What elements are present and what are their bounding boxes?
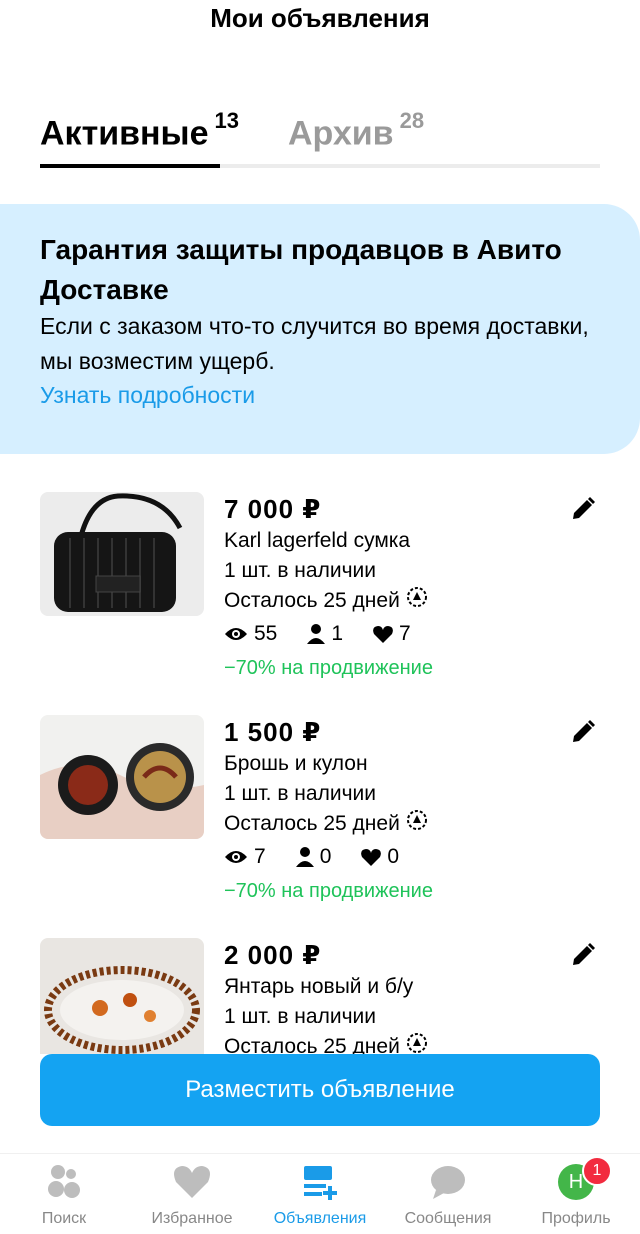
seller-protection-banner: Гарантия защиты продавцов в Авито Достав… <box>0 204 640 454</box>
promo-discount[interactable]: −70% на продвижение <box>224 651 564 685</box>
listing-price: 2 000 ₽ <box>224 940 322 970</box>
tab-active-label: Активные <box>40 114 209 153</box>
listing-price: 7 000 ₽ <box>224 494 322 524</box>
pencil-icon[interactable] <box>570 496 598 524</box>
banner-title: Гарантия защиты продавцов в Авито Достав… <box>40 234 562 305</box>
auto-renew-icon <box>406 809 428 840</box>
listing-stats: 55 1 7 <box>224 617 564 651</box>
listing-remaining: Осталось 25 дней <box>224 586 564 617</box>
nav-search[interactable]: Поиск <box>0 1154 128 1234</box>
listing-remaining-text: Осталось 25 дней <box>224 812 400 836</box>
nav-listings[interactable]: Объявления <box>256 1154 384 1234</box>
eye-icon <box>224 626 248 642</box>
listing-stock: 1 шт. в наличии <box>224 782 376 805</box>
tab-active[interactable]: Активные 13 <box>40 100 239 158</box>
nav-profile-label: Профиль <box>541 1210 611 1227</box>
listing-title: Янтарь новый и б/у <box>224 975 414 998</box>
nav-favorites[interactable]: Избранное <box>128 1154 256 1234</box>
promo-discount[interactable]: −70% на продвижение <box>224 874 564 908</box>
listing-remaining-text: Осталось 25 дней <box>224 589 400 613</box>
auto-renew-icon <box>406 1032 428 1054</box>
nav-profile[interactable]: Н 1 Профиль <box>512 1154 640 1234</box>
listing-stock: 1 шт. в наличии <box>224 1005 376 1028</box>
tab-archive-count: 28 <box>399 108 425 133</box>
listing-remaining: Осталось 25 дней <box>224 809 564 840</box>
listing-photo[interactable] <box>40 715 204 839</box>
notification-badge: 1 <box>582 1156 612 1186</box>
nav-messages-label: Сообщения <box>404 1210 492 1227</box>
listing-title: Karl lagerfeld сумка <box>224 529 411 552</box>
listing-remaining: Осталось 25 дней <box>224 1032 564 1054</box>
chat-bubble-icon <box>428 1162 468 1202</box>
tabs: Активные 13 Архив 28 <box>40 100 600 168</box>
tab-active-indicator <box>40 164 220 168</box>
listing-price: 1 500 ₽ <box>224 717 322 747</box>
tab-archive[interactable]: Архив 28 <box>288 100 424 158</box>
heart-icon <box>361 848 382 866</box>
listing-photo[interactable] <box>40 492 204 616</box>
nav-messages[interactable]: Сообщения <box>384 1154 512 1234</box>
bottom-nav: Поиск Избранное Объявления Сообщения Н 1… <box>0 1153 640 1234</box>
banner-link[interactable]: Узнать подробности <box>40 378 255 413</box>
favorites-count: 7 <box>399 622 411 645</box>
views-count: 7 <box>254 845 266 868</box>
nav-favorites-label: Избранное <box>151 1210 233 1227</box>
eye-icon <box>224 849 248 865</box>
pencil-icon[interactable] <box>570 719 598 747</box>
listing-title: Брошь и кулон <box>224 752 368 775</box>
listing-photo[interactable] <box>40 938 204 1054</box>
listing-item[interactable]: 2 000 ₽ Янтарь новый и б/у 1 шт. в налич… <box>0 938 640 1054</box>
listing-remaining-text: Осталось 25 дней <box>224 1035 400 1054</box>
favorites-count: 0 <box>387 845 400 868</box>
banner-text: Если с заказом что-то случится во время … <box>40 313 589 374</box>
nav-listings-label: Объявления <box>273 1210 367 1227</box>
contacts-count: 0 <box>319 845 332 868</box>
post-listing-button[interactable]: Разместить объявление <box>40 1054 600 1126</box>
person-icon <box>307 624 326 644</box>
search-dots-icon <box>44 1162 84 1202</box>
listing-stats: 7 0 0 <box>224 840 564 874</box>
heart-icon <box>172 1162 212 1202</box>
listing-item[interactable]: 7 000 ₽ Karl lagerfeld сумка 1 шт. в нал… <box>0 492 640 692</box>
tab-archive-label: Архив <box>288 114 394 153</box>
listing-stock: 1 шт. в наличии <box>224 559 376 582</box>
heart-icon <box>373 625 393 643</box>
listings-add-icon <box>300 1162 340 1202</box>
tab-active-count: 13 <box>214 108 239 133</box>
nav-search-label: Поиск <box>41 1210 87 1227</box>
page-title: Мои объявления <box>210 3 430 33</box>
person-icon <box>295 847 314 867</box>
views-count: 55 <box>254 622 278 645</box>
pencil-icon[interactable] <box>570 942 598 970</box>
listing-item[interactable]: 1 500 ₽ Брошь и кулон 1 шт. в наличии Ос… <box>0 715 640 915</box>
contacts-count: 1 <box>331 622 344 645</box>
auto-renew-icon <box>406 586 428 617</box>
